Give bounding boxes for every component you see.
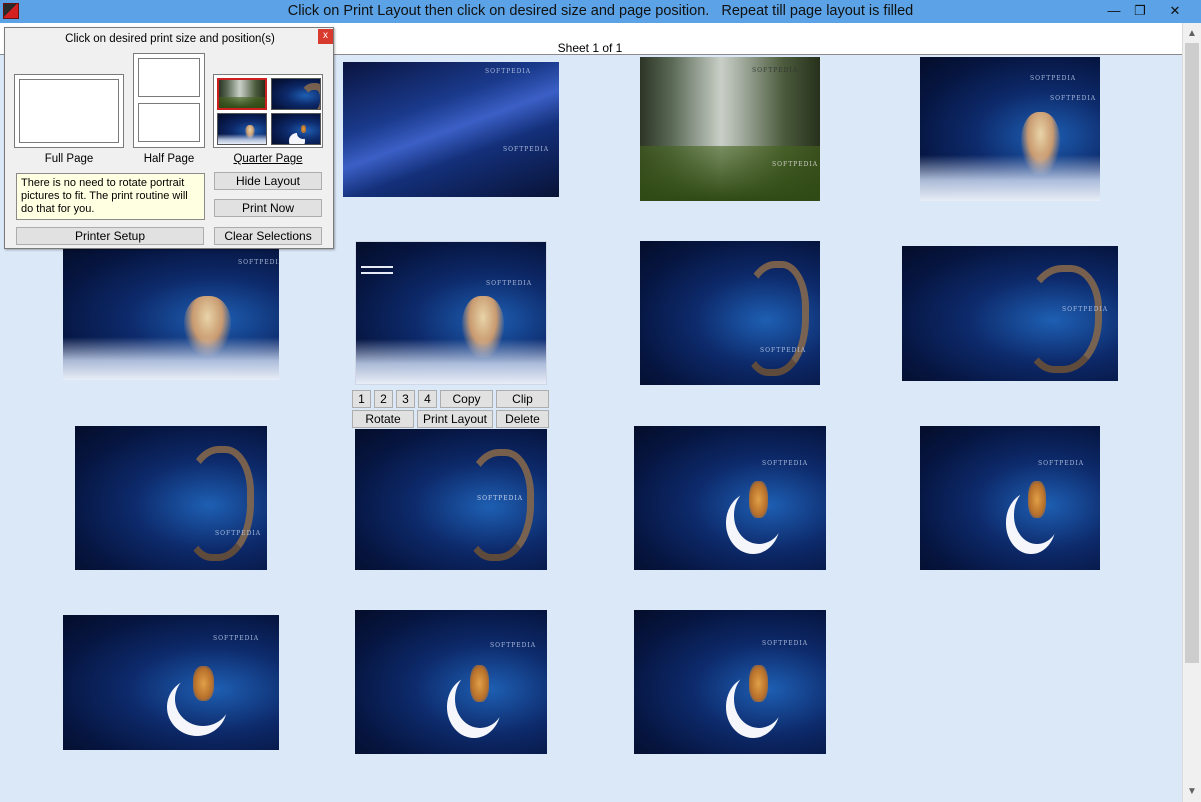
watermark-text: SOFTPEDIA (486, 280, 533, 287)
watermark-text: SOFTPEDIA (762, 460, 809, 467)
menu-lines-icon (361, 272, 393, 274)
quarter-page-option[interactable] (213, 74, 323, 148)
close-button[interactable]: ✕ (1152, 1, 1198, 21)
delete-button[interactable]: Delete (496, 410, 549, 428)
half-page-slot-top[interactable] (138, 58, 200, 97)
image-thumbnail[interactable]: SOFTPEDIA (63, 615, 279, 750)
image-thumbnail[interactable]: SOFTPEDIA (63, 245, 279, 380)
image-thumbnail[interactable]: SOFTPEDIA (75, 426, 267, 570)
half-page-slot-bottom[interactable] (138, 103, 200, 142)
copy-button[interactable]: Copy (440, 390, 493, 408)
image-thumbnail[interactable]: SOFTPEDIA (634, 610, 826, 754)
hide-layout-button[interactable]: Hide Layout (214, 172, 322, 190)
half-page-option[interactable] (133, 53, 205, 148)
image-thumbnail-selected[interactable]: SOFTPEDIA (355, 241, 547, 385)
quarter-slot-3[interactable] (217, 113, 267, 145)
print-layout-panel: x Click on desired print size and positi… (4, 27, 334, 249)
watermark-text: SOFTPEDIA (490, 642, 537, 649)
image-thumbnail[interactable]: SOFTPEDIA (634, 426, 826, 570)
title-bar: Click on Print Layout then click on desi… (0, 0, 1201, 23)
image-thumbnail[interactable]: SOFTPEDIA (902, 246, 1118, 381)
quarter-slot-4[interactable] (271, 113, 321, 145)
quarter-1-button[interactable]: 1 (352, 390, 371, 408)
watermark-text: SOFTPEDIA (1050, 95, 1097, 102)
image-thumbnail[interactable]: SOFTPEDIA (355, 429, 547, 570)
watermark-text: SOFTPEDIA (213, 635, 260, 642)
scroll-thumb[interactable] (1185, 43, 1199, 663)
watermark-text: SOFTPEDIA (772, 161, 819, 168)
watermark-text: SOFTPEDIA (215, 530, 262, 537)
quarter-2-button[interactable]: 2 (374, 390, 393, 408)
watermark-text: SOFTPEDIA (752, 67, 799, 74)
image-thumbnail[interactable]: SOFTPEDIA (920, 426, 1100, 570)
quarter-page-label: Quarter Page (233, 153, 303, 165)
watermark-text: SOFTPEDIA (760, 347, 807, 354)
watermark-text: SOFTPEDIA (238, 259, 279, 266)
sheet-label: Sheet 1 of 1 (557, 41, 623, 55)
quarter-slot-2[interactable] (271, 78, 321, 110)
quarter-3-button[interactable]: 3 (396, 390, 415, 408)
watermark-text: SOFTPEDIA (477, 495, 524, 502)
panel-title: Click on desired print size and position… (65, 33, 275, 45)
full-page-option[interactable] (14, 74, 124, 148)
quarter-4-button[interactable]: 4 (418, 390, 437, 408)
watermark-text: SOFTPEDIA (1062, 306, 1109, 313)
clear-selections-button[interactable]: Clear Selections (214, 227, 322, 245)
image-thumbnail[interactable]: SOFTPEDIA SOFTPEDIA (920, 57, 1100, 201)
watermark-text: SOFTPEDIA (485, 68, 532, 75)
image-thumbnail[interactable]: SOFTPEDIA SOFTPEDIA (343, 62, 559, 197)
full-page-slot[interactable] (19, 79, 119, 143)
image-thumbnail[interactable]: SOFTPEDIA (640, 241, 820, 385)
half-page-label: Half Page (143, 153, 195, 165)
menu-lines-icon (361, 266, 393, 268)
watermark-text: SOFTPEDIA (762, 640, 809, 647)
quarter-slot-1[interactable] (217, 78, 267, 110)
watermark-text: SOFTPEDIA (1030, 75, 1077, 82)
printer-setup-button[interactable]: Printer Setup (16, 227, 204, 245)
print-now-button[interactable]: Print Now (214, 199, 322, 217)
restore-button[interactable]: ❐ (1126, 1, 1154, 21)
rotation-note: There is no need to rotate portrait pict… (16, 173, 205, 220)
image-thumbnail[interactable]: SOFTPEDIA (355, 610, 547, 754)
print-layout-button[interactable]: Print Layout (417, 410, 493, 428)
vertical-scrollbar[interactable]: ▲ ▼ (1182, 23, 1201, 802)
full-page-label: Full Page (44, 153, 94, 165)
window-title: Click on Print Layout then click on desi… (287, 3, 914, 19)
rotate-button[interactable]: Rotate (352, 410, 414, 428)
watermark-text: SOFTPEDIA (1038, 460, 1085, 467)
minimize-button[interactable]: — (1100, 1, 1128, 21)
scroll-up-icon[interactable]: ▲ (1183, 25, 1201, 42)
clip-button[interactable]: Clip (496, 390, 549, 408)
image-thumbnail[interactable]: SOFTPEDIA SOFTPEDIA (640, 57, 820, 201)
scroll-down-icon[interactable]: ▼ (1183, 783, 1201, 800)
watermark-text: SOFTPEDIA (503, 146, 550, 153)
